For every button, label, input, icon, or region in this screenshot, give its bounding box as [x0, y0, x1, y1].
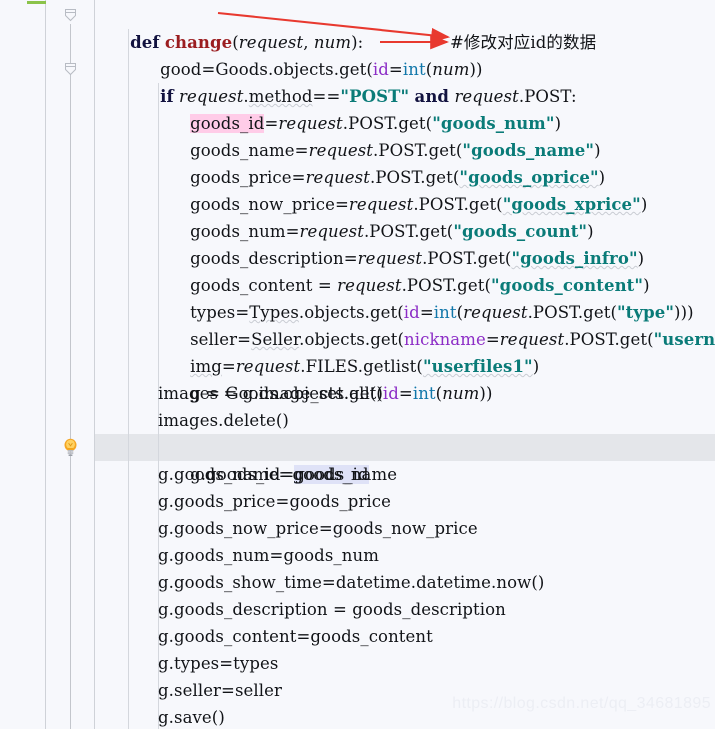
watermark-text: https://blog.csdn.net/qq_34681895: [452, 695, 711, 712]
code-line[interactable]: g.goods_name=goods_name: [95, 461, 715, 488]
code-line[interactable]: g.goods_content=goods_content: [95, 623, 715, 650]
code-line[interactable]: g.types=types: [95, 650, 715, 677]
code-line[interactable]: if request.method=="POST" and request.PO…: [95, 56, 715, 106]
code-line[interactable]: types=Types.objects.get(id=int(request.P…: [95, 272, 715, 322]
code-editor-screenshot: def change(request, num): good=Goods.obj…: [0, 0, 715, 729]
code-line[interactable]: goods_id=request.POST.get("goods_num"): [95, 83, 715, 133]
code-line[interactable]: goods_now_price=request.POST.get("goods_…: [95, 164, 715, 214]
code-content[interactable]: def change(request, num): good=Goods.obj…: [95, 0, 715, 729]
fold-marker-if-block-icon[interactable]: [62, 61, 79, 78]
code-line[interactable]: def change(request, num):: [95, 2, 715, 52]
code-line[interactable]: goods_name=request.POST.get("goods_name"…: [95, 110, 715, 160]
vcs-change-marker[interactable]: [27, 1, 46, 4]
gutter-change-column[interactable]: [0, 0, 46, 729]
annotation-comment-text: #修改对应id的数据: [450, 33, 597, 52]
code-line[interactable]: goods_num=request.POST.get("goods_count"…: [95, 191, 715, 241]
code-line[interactable]: seller=Seller.objects.get(nickname=reque…: [95, 299, 715, 349]
fold-guide-line-if: [70, 78, 71, 729]
code-line[interactable]: g.goods_show_time=datetime.datetime.now(…: [95, 569, 715, 596]
code-line[interactable]: goods_content = request.POST.get("goods_…: [95, 245, 715, 295]
code-line[interactable]: g.goods_id=goods_id: [95, 434, 715, 484]
code-line[interactable]: images = g.image_set.all(): [95, 380, 715, 407]
code-line[interactable]: goods_description=request.POST.get("good…: [95, 218, 715, 268]
code-line[interactable]: img=request.FILES.getlist("userfiles1"): [95, 326, 715, 376]
fold-marker-def-change-icon[interactable]: [62, 7, 79, 24]
code-line[interactable]: g = Goods.objects.get(id=int(num)): [95, 353, 715, 403]
code-line[interactable]: goods_price=request.POST.get("goods_opri…: [95, 137, 715, 187]
code-line[interactable]: g.goods_description = goods_description: [95, 596, 715, 623]
lightbulb-icon[interactable]: [62, 438, 79, 457]
code-line[interactable]: g.goods_price=goods_price: [95, 488, 715, 515]
code-line[interactable]: g.goods_now_price=goods_now_price: [95, 515, 715, 542]
code-line[interactable]: images.delete(): [95, 407, 715, 434]
code-line[interactable]: g.goods_num=goods_num: [95, 542, 715, 569]
